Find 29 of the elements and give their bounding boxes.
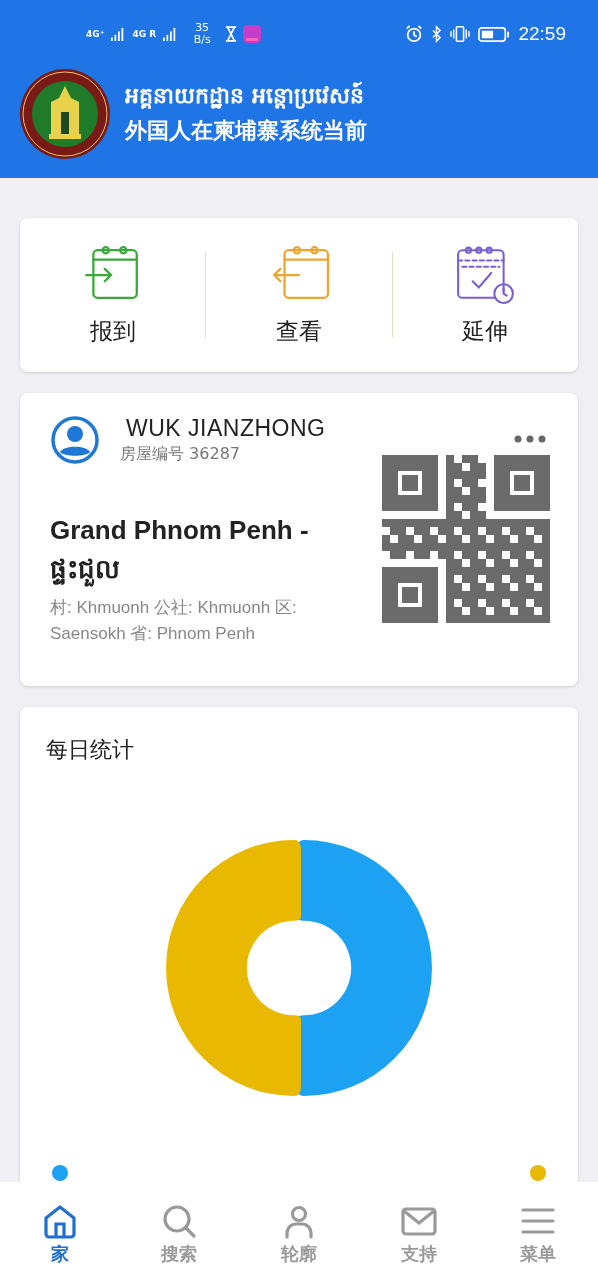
nav-tab[interactable]: 轮廓 <box>259 1204 339 1266</box>
app-icon <box>242 24 263 44</box>
address-text: 村: Khmuonh 公社: Khmuonh 区: Saensokh 省: Phnom Penh <box>50 597 298 645</box>
nav-tab[interactable]: 支持 <box>378 1204 459 1266</box>
network-speed: 35 B/s <box>192 21 212 47</box>
action-button[interactable]: 延伸 <box>392 243 578 347</box>
more-icon <box>514 435 546 443</box>
clock-time: 22:59 <box>518 23 566 45</box>
home-icon <box>41 1204 78 1240</box>
nav-tab[interactable]: 家 <box>19 1204 100 1266</box>
action-button[interactable]: 查看 <box>206 243 392 347</box>
place-name: Grand Phnom Penh - ផ្ទះជួល <box>50 511 360 589</box>
vibrate-icon <box>450 25 471 43</box>
alarm-icon <box>405 25 424 43</box>
nav-tab[interactable]: 菜单 <box>498 1204 579 1266</box>
person-name: WUK JIANZHONG <box>126 415 326 442</box>
nav-tab[interactable]: 搜索 <box>139 1204 220 1266</box>
network-label: 4G R <box>132 29 157 39</box>
agency-subtitle: 外国人在柬埔寨系统当前 <box>125 117 367 145</box>
action-button[interactable]: 报到 <box>20 243 206 347</box>
battery-icon <box>478 25 511 43</box>
agency-title: អគ្គនាយកដ្ឋាន អន្តោប្រវេសន៍ <box>125 82 365 111</box>
bluetooth-icon <box>431 25 443 43</box>
network-label: 4G⁺ <box>86 29 105 39</box>
search-icon <box>161 1204 198 1240</box>
house-number: 房屋编号 36287 <box>120 444 241 465</box>
hourglass-icon <box>225 26 238 42</box>
avatar-icon <box>50 415 100 465</box>
card-title: 每日统计 <box>46 736 135 764</box>
